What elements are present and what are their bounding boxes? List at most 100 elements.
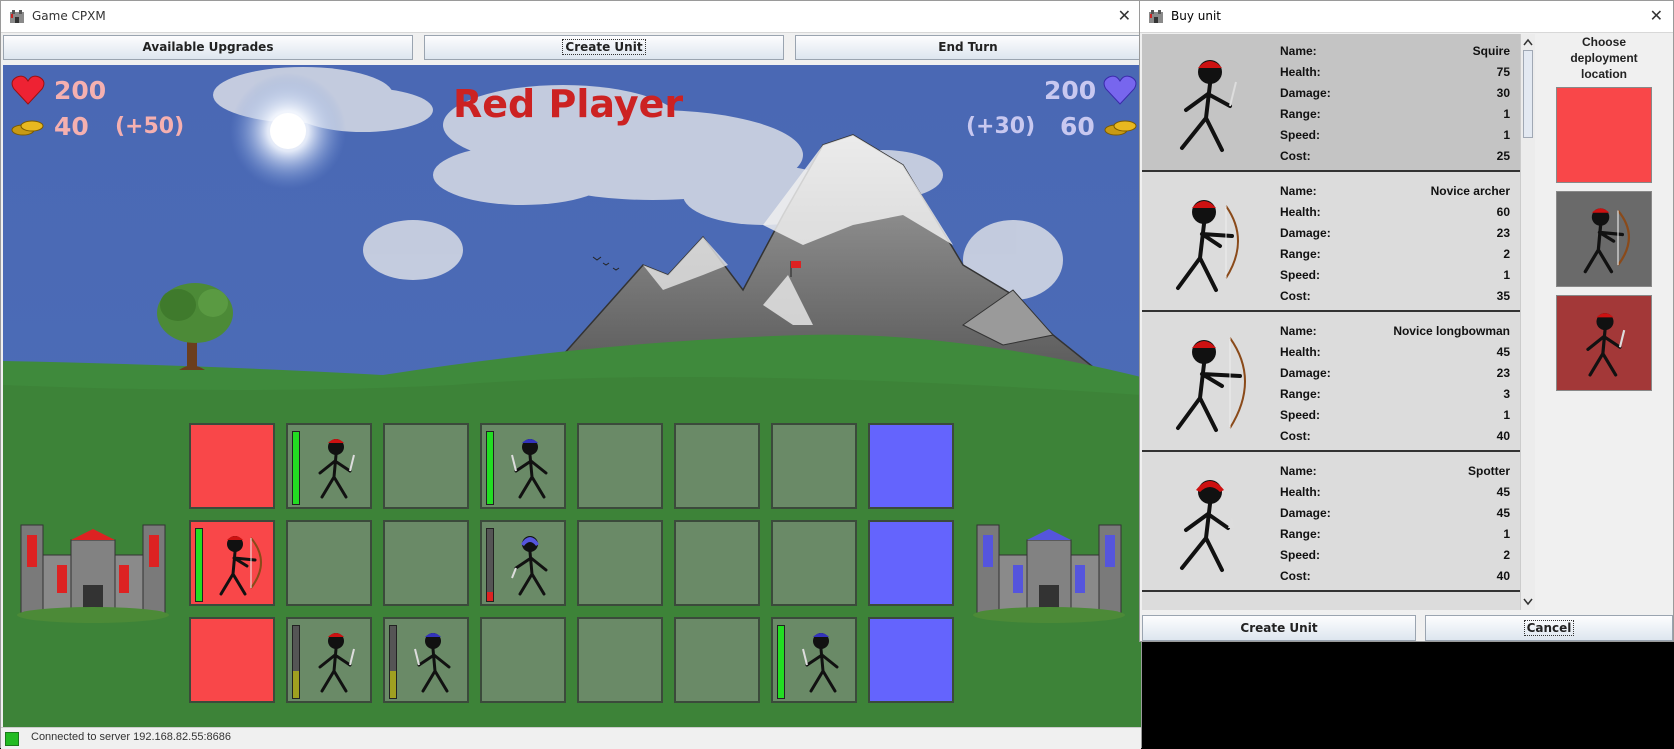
stickman-icon [1176,200,1239,292]
create-unit-toolbar-button[interactable]: Create Unit [424,35,784,60]
board-cell[interactable] [674,617,760,703]
stickman-icon [1176,337,1246,432]
unit-health-bar [389,625,397,699]
board-cell[interactable] [674,520,760,606]
unit-name: Novice archer [1430,184,1510,198]
stickman-icon [318,439,355,499]
board-cell[interactable] [577,520,663,606]
stat-label: Cost: [1280,569,1311,583]
stickman-icon [318,633,355,693]
end-turn-button[interactable]: End Turn [795,35,1141,60]
stat-label: Cost: [1280,289,1311,303]
game-board-scene: 200 40 (+50) Red Player 200 (+30) 60 [3,65,1141,727]
stat-label: Range: [1280,247,1321,261]
deploy-location-top[interactable] [1556,87,1652,183]
stat-label: Cost: [1280,429,1311,443]
stickman-icon [802,633,839,693]
unit-health-bar [777,625,785,699]
create-unit-label: Create Unit [1240,621,1318,635]
board-cell[interactable] [480,617,566,703]
unit-health-bar [486,431,494,505]
deploy-location-middle[interactable] [1556,191,1652,287]
blue-deploy-cell[interactable] [868,423,954,509]
board-cell[interactable] [286,520,372,606]
stat-label: Health: [1280,485,1321,499]
blue-income: (+30) [966,114,1036,139]
unit-range: 2 [1503,247,1510,261]
stat-label: Damage: [1280,86,1331,100]
unit-row-spotter[interactable]: Name: Spotter Health: 45 Damage: 45 Range: 1… [1142,454,1520,592]
unit-range: 3 [1503,387,1510,401]
unit-row-squire[interactable]: Name: Squire Health: 75 Damage: 30 Range: 1 … [1142,34,1520,172]
close-icon[interactable]: ✕ [1650,6,1663,25]
unit-health: 60 [1496,205,1510,219]
unit-row-novice-archer[interactable]: Name: Novice archer Health: 60 Damage: 23 R… [1142,174,1520,312]
scroll-down-icon[interactable] [1523,598,1533,606]
unit-range: 1 [1503,107,1510,121]
cancel-label: Cancel [1523,620,1575,636]
board-cell-blue-squire[interactable] [480,423,566,509]
connection-status-text: Connected to server 192.168.82.55:8686 [31,731,231,743]
unit-damage: 23 [1496,366,1510,380]
red-deploy-cell[interactable] [189,617,275,703]
unit-cost: 35 [1496,289,1510,303]
unit-name: Squire [1472,44,1510,58]
unit-speed: 1 [1503,128,1510,142]
board-cell[interactable] [674,423,760,509]
available-upgrades-button[interactable]: Available Upgrades [3,35,413,60]
deploy-location-bottom[interactable] [1556,295,1652,391]
stat-label: Name: [1280,464,1317,478]
board-cell-red-squire[interactable] [286,423,372,509]
board-cell[interactable] [383,520,469,606]
unit-damage: 30 [1496,86,1510,100]
board-cell-blue-spotter[interactable] [480,520,566,606]
stat-label: Damage: [1280,226,1331,240]
create-unit-button[interactable]: Create Unit [1142,615,1416,641]
stat-label: Range: [1280,107,1321,121]
red-income: (+50) [115,114,185,139]
scrollbar-thumb[interactable] [1523,50,1533,138]
board-cell-red-squire[interactable] [286,617,372,703]
board-cell-blue-squire[interactable] [771,617,857,703]
stat-label: Name: [1280,44,1317,58]
board-cell[interactable] [771,423,857,509]
board-cell[interactable] [771,520,857,606]
blue-deploy-cell[interactable] [868,617,954,703]
stickman-icon [1180,480,1234,572]
end-turn-label: End Turn [938,40,998,54]
red-deploy-cell[interactable] [189,423,275,509]
buy-unit-title-bar: Buy unit ✕ [1140,1,1673,33]
unit-cost: 25 [1496,149,1510,163]
current-player-title: Red Player [453,82,684,126]
unit-speed: 1 [1503,408,1510,422]
cancel-button[interactable]: Cancel [1425,615,1673,641]
unit-list-scrollbar[interactable] [1520,34,1535,610]
unit-speed: 2 [1503,548,1510,562]
game-window-title: Game CPXM [32,9,106,23]
stat-label: Speed: [1280,128,1321,142]
app-icon [1149,10,1163,23]
close-icon[interactable]: ✕ [1118,6,1131,25]
stickman-icon [1180,60,1237,152]
unit-name: Novice longbowman [1393,324,1510,338]
unit-damage: 23 [1496,226,1510,240]
unit-row-novice-longbowman[interactable]: Name: Novice longbowman Health: 45 Damage:… [1142,314,1520,452]
unit-health-bar [486,528,494,602]
unit-health-bar [292,625,300,699]
stickman-icon [1583,208,1630,274]
stat-label: Name: [1280,324,1317,338]
stickman-icon [511,439,548,499]
stat-label: Health: [1280,345,1321,359]
red-deploy-cell-archer[interactable] [189,520,275,606]
stat-label: Damage: [1280,506,1331,520]
board-cell[interactable] [577,617,663,703]
board-cell[interactable] [577,423,663,509]
stat-label: Cost: [1280,149,1311,163]
castle-icon [17,524,169,623]
board-cell-blue-squire[interactable] [383,617,469,703]
unit-health-bar [292,431,300,505]
unit-list[interactable]: Name: Squire Health: 75 Damage: 30 Range: 1 … [1142,34,1520,610]
blue-deploy-cell[interactable] [868,520,954,606]
scroll-up-icon[interactable] [1523,38,1533,46]
board-cell[interactable] [383,423,469,509]
